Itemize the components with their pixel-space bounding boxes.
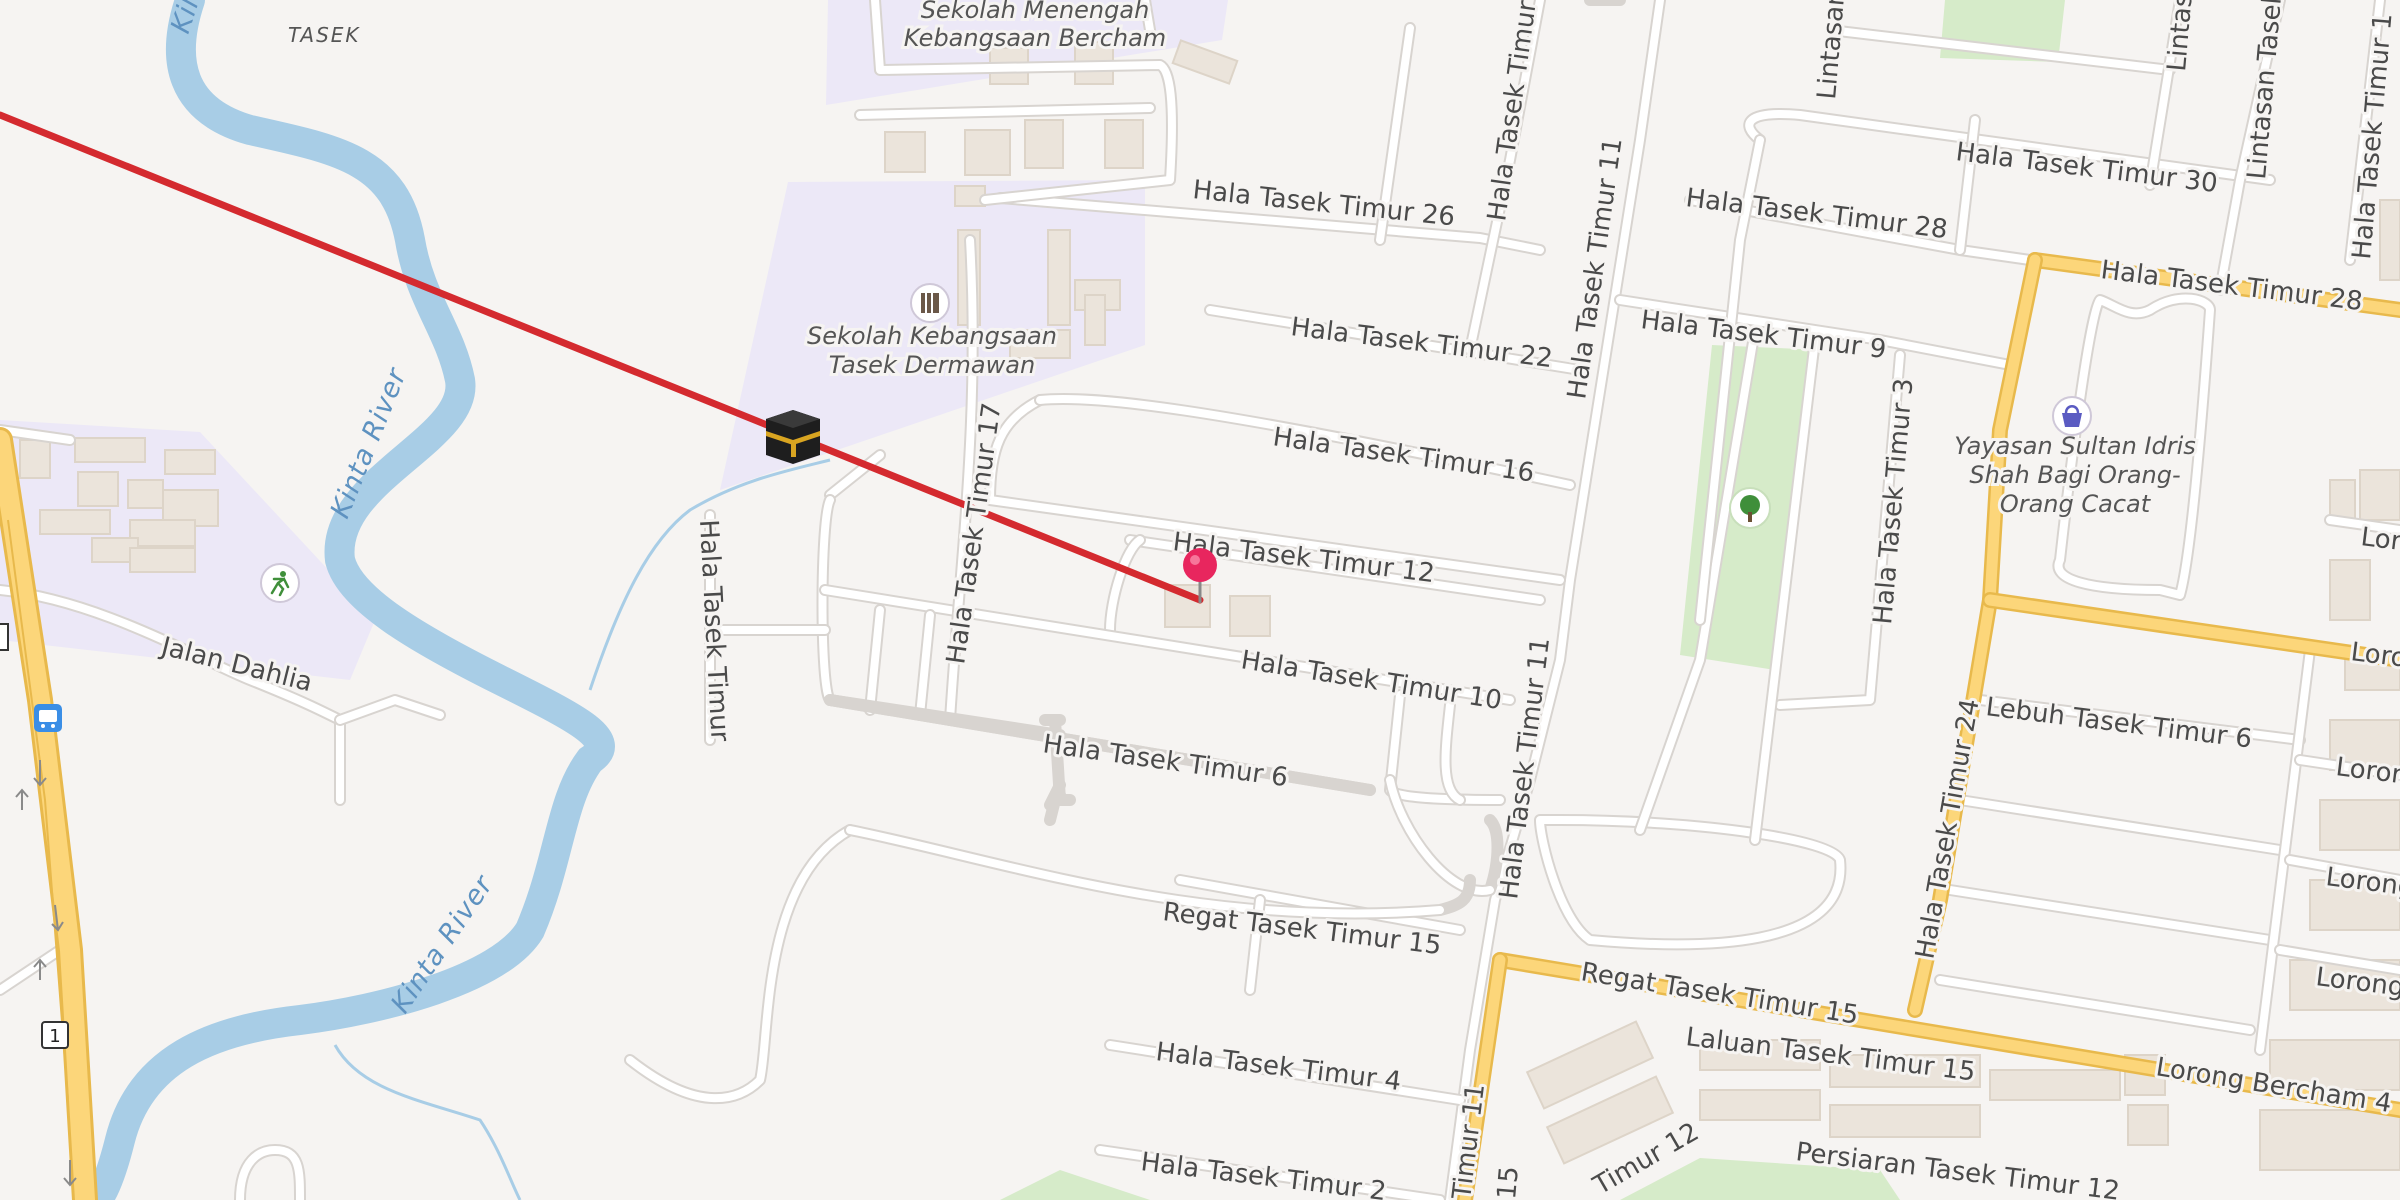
poi-label-yayasan[interactable]: Yayasan Sultan Idris (1951, 429, 2199, 463)
street-label: 15 (1492, 1165, 1525, 1200)
sports-icon[interactable] (260, 563, 300, 603)
route-shield: 1 (41, 1021, 69, 1049)
school-icon[interactable] (910, 283, 950, 323)
kaaba-icon[interactable] (766, 410, 820, 464)
route-shield-label: 1 (49, 1026, 60, 1047)
poi-label-school-menengah[interactable]: Sekolah Menengah (918, 0, 1153, 27)
shopping-bag-icon[interactable] (2052, 396, 2092, 436)
bus-stop-icon[interactable] (34, 704, 62, 732)
park-tree-icon[interactable] (1729, 487, 1771, 529)
poi-label-yayasan[interactable]: Shah Bagi Orang- (1966, 458, 2183, 492)
poi-label-yayasan[interactable]: Orang Cacat (1997, 487, 2155, 521)
area-label: TASEK (288, 23, 361, 47)
map-canvas[interactable]: TASEK Kinta River Kinta River Kil Hala T… (0, 0, 2400, 1200)
poi-label-school-kebangsaan[interactable]: Tasek Dermawan (826, 348, 1038, 382)
poi-label-school-kebangsaan[interactable]: Sekolah Kebangsaan (804, 319, 1060, 353)
poi-label-school-menengah[interactable]: Kebangsaan Bercham (901, 21, 1169, 55)
route-shield-partial (0, 623, 9, 651)
